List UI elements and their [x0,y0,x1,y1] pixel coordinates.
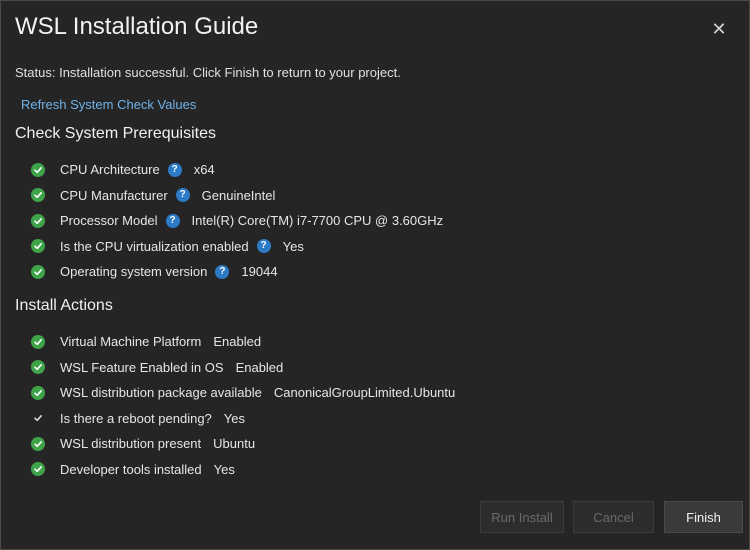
close-icon[interactable]: ✕ [709,19,729,39]
prerequisite-item: Processor Model? Intel(R) Core(TM) i7-770… [31,208,443,234]
prerequisites-heading: Check System Prerequisites [15,125,216,142]
prerequisite-item-label: Processor Model [60,213,158,229]
success-check-icon [31,360,45,375]
install-action-item: Developer tools installed Yes [31,457,455,483]
install-action-item-label: Virtual Machine Platform [60,334,202,350]
checkmark-icon [31,411,45,425]
prerequisite-item-value: 19044 [241,264,278,280]
help-icon[interactable]: ? [215,264,230,279]
install-action-item-value: Yes [213,461,235,477]
refresh-system-check-link[interactable]: Refresh System Check Values [21,97,196,112]
success-check-icon [31,385,45,400]
prerequisite-item-value: Intel(R) Core(TM) i7-7700 CPU @ 3.60GHz [191,213,444,229]
install-action-item-label: WSL distribution present [60,436,202,452]
prerequisite-item: CPU Manufacturer? GenuineIntel [31,183,443,209]
prerequisite-item-value: Yes [282,238,304,254]
success-check-icon [31,213,45,228]
prerequisite-item-label: Operating system version [60,264,208,280]
install-action-item: Virtual Machine Platform Enabled [31,329,455,355]
dialog-title: WSL Installation Guide [15,13,259,40]
success-check-icon [31,239,45,254]
success-check-icon [31,462,45,477]
install-action-item: Is there a reboot pending? Yes [31,406,455,432]
run-install-button[interactable]: Run Install [480,501,564,533]
prerequisite-item-value: GenuineIntel [201,187,276,203]
install-action-item: WSL distribution present Ubuntu [31,431,455,457]
help-icon[interactable]: ? [167,162,182,177]
install-action-item: WSL Feature Enabled in OS Enabled [31,355,455,381]
install-action-item-label: Developer tools installed [60,461,202,477]
prerequisite-item: CPU Architecture? x64 [31,157,443,183]
help-icon[interactable]: ? [175,188,190,203]
install-action-item-value: Yes [223,410,245,426]
install-action-item-value: CanonicalGroupLimited.Ubuntu [273,385,456,401]
install-action-item-label: Is there a reboot pending? [60,410,212,426]
finish-button[interactable]: Finish [664,501,743,533]
prerequisite-item-value: x64 [193,162,215,178]
success-check-icon [31,264,45,279]
success-check-icon [31,162,45,177]
prerequisite-item: Operating system version? 19044 [31,259,443,285]
success-check-icon [31,436,45,451]
prerequisite-item-label: CPU Architecture [60,162,160,178]
help-icon[interactable]: ? [256,239,271,254]
install-action-item-value: Enabled [235,359,284,375]
install-action-item-value: Ubuntu [213,436,256,452]
prerequisites-list: CPU Architecture? x64 CPU Manufacturer? Gen… [31,157,443,285]
install-action-item-label: WSL distribution package available [60,385,262,401]
prerequisite-item-label: CPU Manufacturer [60,187,168,203]
install-action-item-value: Enabled [213,334,262,350]
install-action-item-label: WSL Feature Enabled in OS [60,359,224,375]
prerequisite-item-label: Is the CPU virtualization enabled [60,238,249,254]
install-actions-heading: Install Actions [15,297,113,314]
help-icon[interactable]: ? [165,213,180,228]
wsl-installation-dialog: WSL Installation Guide ✕ Status: Install… [0,0,750,550]
cancel-button[interactable]: Cancel [573,501,654,533]
install-actions-list: Virtual Machine Platform Enabled WSL Featu… [31,329,455,482]
status-text: Status: Installation successful. Click F… [15,65,401,80]
install-action-item: WSL distribution package available Canoni… [31,380,455,406]
success-check-icon [31,188,45,203]
prerequisite-item: Is the CPU virtualization enabled? Yes [31,234,443,260]
success-check-icon [31,334,45,349]
